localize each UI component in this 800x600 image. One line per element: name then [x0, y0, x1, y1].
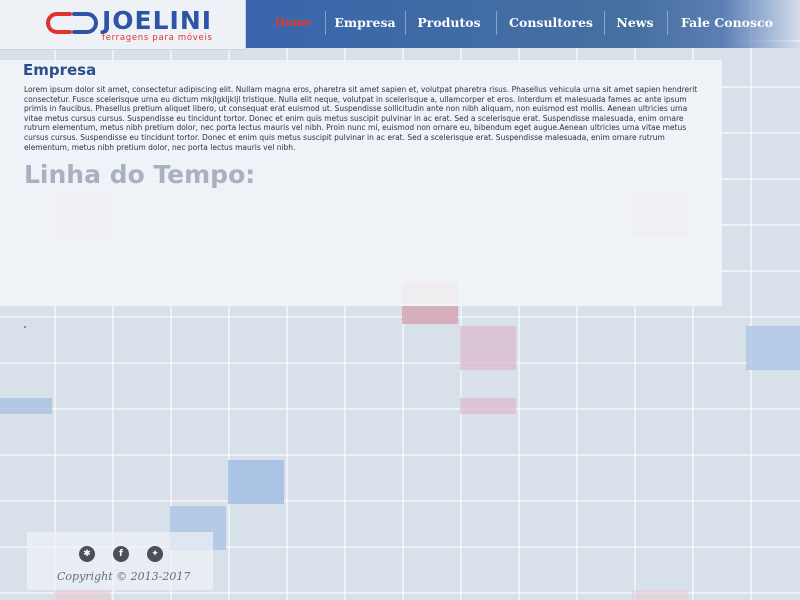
nav-consultores[interactable]: Consultores	[506, 0, 596, 48]
nav-produtos[interactable]: Produtos	[412, 0, 486, 48]
nav-separator	[667, 11, 668, 35]
facebook-icon[interactable]: f	[113, 546, 129, 562]
pinterest-icon[interactable]: ✱	[79, 546, 95, 562]
background-tile	[54, 590, 110, 600]
timeline-marker	[24, 326, 26, 328]
copyright-text: Copyright © 2013-2017	[57, 570, 191, 583]
timeline-title: Linha do Tempo:	[24, 160, 256, 189]
nav-separator	[325, 11, 326, 35]
background-tile	[460, 398, 516, 414]
background-tile	[746, 326, 800, 370]
nav-separator	[604, 11, 605, 35]
nav-fale-conosco[interactable]: Fale Conosco	[676, 0, 778, 48]
background-tile	[228, 460, 284, 504]
background-tile	[460, 326, 516, 370]
nav-home[interactable]: Home	[262, 0, 324, 48]
logo[interactable]: JOELINI ferragens para móveis	[0, 0, 246, 50]
background-tile	[0, 398, 52, 414]
company-description: Lorem ipsum dolor sit amet, consectetur …	[24, 85, 698, 152]
nav-news[interactable]: News	[612, 0, 658, 48]
nav-separator	[496, 11, 497, 35]
logo-tagline: ferragens para móveis	[102, 33, 213, 43]
joelini-logo-icon	[46, 12, 98, 34]
twitter-icon[interactable]: ✦	[147, 546, 163, 562]
background-tile	[632, 590, 688, 600]
logo-name: JOELINI	[102, 6, 213, 35]
nav-separator	[405, 11, 406, 35]
section-title: Empresa	[23, 61, 97, 79]
nav-empresa[interactable]: Empresa	[332, 0, 398, 48]
background-tile	[402, 306, 458, 324]
main-navigation: Home Empresa Produtos Consultores News F…	[246, 0, 800, 48]
